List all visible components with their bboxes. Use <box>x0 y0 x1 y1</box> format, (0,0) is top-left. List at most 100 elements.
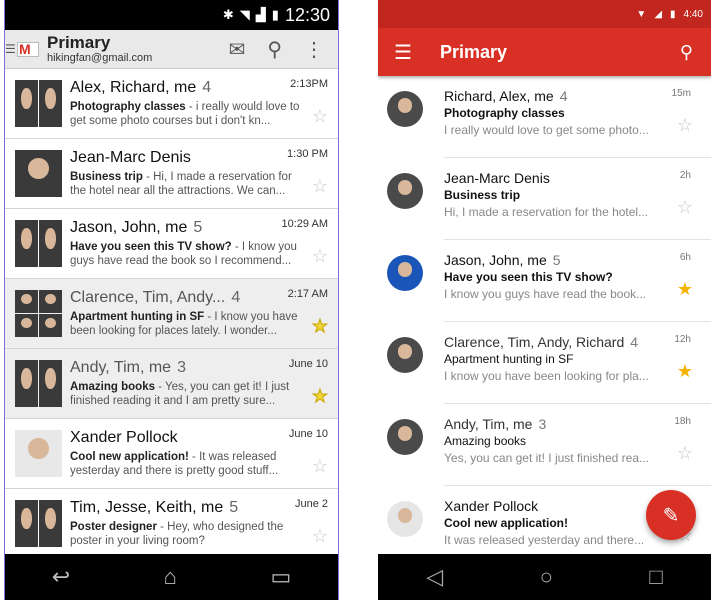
email-preview: I know you have been looking for pla... <box>444 369 649 383</box>
email-subject: Cool new application! <box>70 451 189 463</box>
avatar <box>387 255 423 291</box>
email-snippet: Photography classes - i really would lov… <box>70 100 302 128</box>
email-text: Richard, Alex, me 4 Photography classes I r… <box>444 88 664 139</box>
email-subject: Apartment hunting in SF <box>444 352 574 366</box>
email-text: Andy, Tim, me 3 Amazing books Yes, you can … <box>444 416 664 467</box>
email-snippet: Cool new application! - It was released … <box>70 450 302 478</box>
thread-count: 3 <box>538 416 547 432</box>
sender-label: Clarence, Tim, Andy... <box>70 289 226 306</box>
email-row[interactable]: Richard, Alex, me 4 Photography classes I r… <box>378 76 711 158</box>
email-subject: Have you seen this TV show? <box>70 241 232 253</box>
email-text: Jason, John, me 5 Have you seen this TV sh… <box>70 218 302 278</box>
email-row[interactable]: Andy, Tim, me 3 Amazing books - Yes, you c… <box>5 349 338 419</box>
email-row[interactable]: Jean-Marc Denis Business trip - Hi, I mad… <box>5 139 338 209</box>
email-snippet: Apartment hunting in SF - I know you hav… <box>70 310 302 338</box>
mailbox-title[interactable]: Primary <box>47 33 152 52</box>
sender-names: Andy, Tim, me 3 <box>70 358 302 377</box>
email-time: June 10 <box>288 428 328 440</box>
sender-names: Jean-Marc Denis <box>444 170 664 187</box>
email-text: Jason, John, me 5 Have you seen this TV sh… <box>444 252 664 303</box>
email-row[interactable]: Jason, John, me 5 Have you seen this TV sh… <box>378 240 711 322</box>
thread-count: 5 <box>552 252 561 268</box>
back-icon[interactable]: ◁ <box>426 564 443 590</box>
sender-label: Jean-Marc Denis <box>444 170 550 186</box>
thread-count: 3 <box>177 359 186 376</box>
sender-names: Alex, Richard, me 4 <box>70 78 302 97</box>
email-text: Andy, Tim, me 3 Amazing books - Yes, you c… <box>70 358 302 418</box>
sender-label: Clarence, Tim, Andy, Richard <box>444 334 625 350</box>
star-icon[interactable]: ☆ <box>312 107 328 125</box>
sender-names: Jean-Marc Denis <box>70 148 302 167</box>
email-time: June 10 <box>288 358 328 370</box>
recents-icon[interactable]: ▭ <box>270 564 291 590</box>
avatar <box>15 80 62 127</box>
sender-label: Andy, Tim, me <box>70 359 172 376</box>
star-icon[interactable]: ☆ <box>677 198 693 216</box>
overflow-menu-icon[interactable]: ⋮ <box>304 37 324 62</box>
email-subject: Business trip <box>70 171 143 183</box>
avatar <box>15 150 62 197</box>
sender-label: Jason, John, me <box>70 219 188 236</box>
email-preview: It was released yesterday and there... <box>444 533 645 547</box>
email-row[interactable]: Andy, Tim, me 3 Amazing books Yes, you can … <box>378 404 711 486</box>
star-icon[interactable]: ☆ <box>312 247 328 265</box>
signal-icon: ◢ <box>654 8 663 20</box>
home-icon[interactable]: ○ <box>540 564 553 590</box>
email-row[interactable]: Jean-Marc Denis Business trip Hi, I made a… <box>378 158 711 240</box>
signal-icon: ▟ <box>255 7 266 22</box>
avatar <box>387 337 423 373</box>
email-row[interactable]: Clarence, Tim, Andy, Richard 4 Apartment h… <box>378 322 711 404</box>
email-text: Clarence, Tim, Andy, Richard 4 Apartment h… <box>444 334 664 385</box>
thread-count: 4 <box>202 79 212 96</box>
email-preview: I know you guys have read the book... <box>444 287 647 301</box>
star-icon[interactable]: ★ <box>311 387 328 406</box>
email-subject: Poster designer <box>70 521 157 533</box>
email-row[interactable]: Tim, Jesse, Keith, me 5 Poster designer - … <box>5 489 338 559</box>
search-icon[interactable]: ⚲ <box>267 37 282 62</box>
sender-names: Andy, Tim, me 3 <box>444 416 664 433</box>
email-row[interactable]: Clarence, Tim, Andy... 4 Apartment hunting… <box>5 279 338 349</box>
sender-names: Clarence, Tim, Andy... 4 <box>70 288 302 307</box>
email-time: 15m <box>671 88 691 99</box>
sender-label: Alex, Richard, me <box>70 79 197 96</box>
sender-names: Xander Pollock <box>444 498 664 515</box>
email-text: Xander Pollock Cool new application! - It… <box>70 428 302 488</box>
gmail-logo-icon[interactable]: M <box>17 39 39 59</box>
star-icon[interactable]: ☆ <box>677 116 693 134</box>
email-row[interactable]: Alex, Richard, me 4 Photography classes - … <box>5 69 338 139</box>
star-icon[interactable]: ☆ <box>677 444 693 462</box>
menu-icon[interactable]: ☰ <box>394 40 414 65</box>
email-time: 12h <box>674 334 691 345</box>
app-bar: ☰ Primary ⚲ <box>378 28 711 76</box>
star-icon[interactable]: ★ <box>677 362 693 380</box>
nav-bar: ↩ ⌂ ▭ <box>5 554 338 600</box>
email-subject: Business trip <box>444 188 521 202</box>
star-icon[interactable]: ☆ <box>312 527 328 545</box>
avatar <box>387 419 423 455</box>
recents-icon[interactable]: □ <box>649 564 662 590</box>
sender-label: Jason, John, me <box>444 252 547 268</box>
home-icon[interactable]: ⌂ <box>164 564 177 590</box>
email-row[interactable]: Xander Pollock Cool new application! - It… <box>5 419 338 489</box>
avatar <box>15 360 62 407</box>
sender-label: Richard, Alex, me <box>444 88 554 104</box>
star-icon[interactable]: ★ <box>677 280 693 298</box>
email-time: 1:30 PM <box>287 148 328 160</box>
compose-icon[interactable]: ✉ <box>229 37 246 62</box>
email-preview: Hi, I made a reservation for the hotel..… <box>444 205 649 219</box>
email-row[interactable]: Jason, John, me 5 Have you seen this TV sh… <box>5 209 338 279</box>
search-icon[interactable]: ⚲ <box>680 42 693 63</box>
email-subject: Photography classes <box>444 106 565 120</box>
compose-button[interactable]: ✎ <box>646 490 696 540</box>
star-icon[interactable]: ☆ <box>312 457 328 475</box>
email-time: 18h <box>674 416 691 427</box>
thread-count: 5 <box>229 499 239 516</box>
avatar <box>15 220 62 267</box>
star-icon[interactable]: ☆ <box>312 177 328 195</box>
avatar <box>387 91 423 127</box>
email-preview: Yes, you can get it! I just finished rea… <box>444 451 650 465</box>
back-icon[interactable]: ↩ <box>52 564 70 590</box>
pencil-icon: ✎ <box>662 504 680 527</box>
menu-icon[interactable]: ☰ <box>5 42 16 56</box>
star-icon[interactable]: ★ <box>311 317 328 336</box>
